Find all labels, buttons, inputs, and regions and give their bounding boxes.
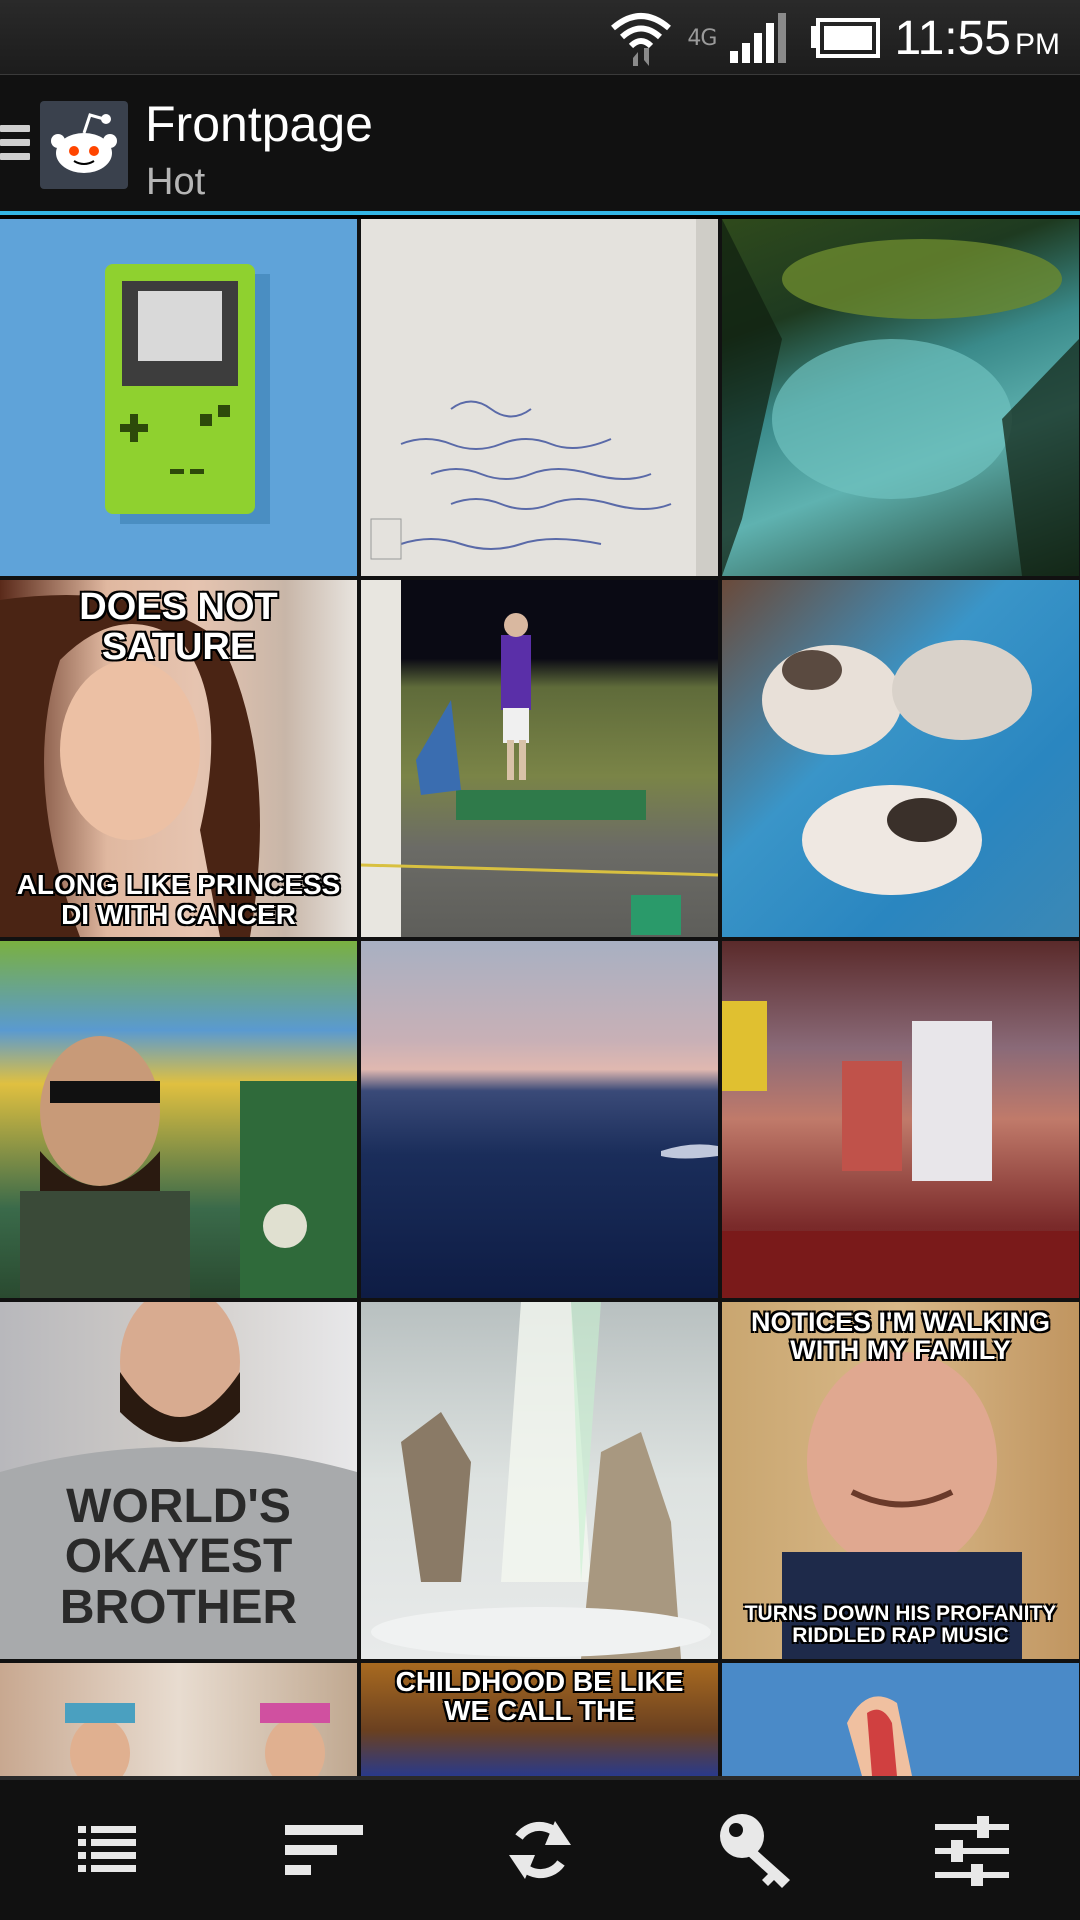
- shirt-line-3: BROTHER: [59, 1580, 298, 1634]
- status-bar: 4G 11:55 PM: [0, 0, 1080, 75]
- clock-time: 11:55: [894, 11, 1011, 65]
- ice-hall-image: [371, 1302, 711, 1659]
- refresh-button[interactable]: [480, 1790, 600, 1910]
- kittens-image: [762, 640, 1032, 895]
- image-tile-gameboy[interactable]: [0, 219, 357, 576]
- login-button[interactable]: [696, 1790, 816, 1910]
- image-tile-ocean-dusk[interactable]: [361, 941, 718, 1298]
- meme-caption-bottom: ALONG LIKE PRINCESS DI WITH CANCER: [16, 869, 341, 930]
- image-grid: DOES NOT SATURE ALONG LIKE PRINCESS DI W…: [0, 219, 1080, 1776]
- wifi-icon: [611, 13, 672, 66]
- hotdog-image: [847, 1696, 912, 1776]
- sliders-icon: [935, 1816, 1009, 1886]
- settings-button[interactable]: [912, 1790, 1032, 1910]
- image-tile-meme-partial[interactable]: CHILDHOOD BE LIKE WE CALL THE: [361, 1663, 718, 1776]
- image-tile-good-guy-greg[interactable]: NOTICES I'M WALKING WITH MY FAMILY TURNS…: [722, 1302, 1079, 1659]
- image-tile-ice-hall[interactable]: [361, 1302, 718, 1659]
- girls-image: [65, 1703, 330, 1776]
- image-tile-meme-woman[interactable]: DOES NOT SATURE ALONG LIKE PRINCESS DI W…: [0, 580, 357, 937]
- image-tile-two-girls[interactable]: [0, 1663, 357, 1776]
- jungle-image: [722, 219, 1079, 576]
- list-view-button[interactable]: [48, 1790, 168, 1910]
- drawer-icon[interactable]: [0, 125, 30, 169]
- image-tile-shirt-man[interactable]: WORLD'S OKAYEST BROTHER: [0, 1302, 357, 1659]
- shirt-line-2: OKAYEST: [64, 1530, 293, 1584]
- image-tile-kittens[interactable]: [722, 580, 1079, 937]
- sort-icon: [285, 1825, 363, 1875]
- page-subtitle[interactable]: Hot: [146, 161, 205, 204]
- refresh-icon: [509, 1821, 571, 1879]
- battery-icon: [811, 18, 881, 58]
- note-image: [370, 219, 718, 576]
- image-tile-jungle-pool[interactable]: [722, 219, 1079, 576]
- page-title: Frontpage: [145, 96, 373, 152]
- man-image: [20, 1036, 357, 1298]
- reddit-alien-icon[interactable]: [40, 101, 128, 189]
- shirt-line-1: WORLD'S: [66, 1480, 291, 1533]
- action-bar: Frontpage Hot: [0, 75, 1080, 215]
- list-icon: [78, 1826, 136, 1872]
- image-tile-golf-range[interactable]: [361, 580, 718, 937]
- ocean-image: [661, 1144, 718, 1159]
- bottom-toolbar: [0, 1776, 1080, 1920]
- sort-button[interactable]: [264, 1790, 384, 1910]
- crowd-image: [722, 1001, 1079, 1298]
- meme-caption-bottom: TURNS DOWN HIS PROFANITY RIDDLED RAP MUS…: [744, 1601, 1057, 1647]
- meme-caption-top: DOES NOT SATURE: [79, 586, 278, 668]
- clock: 11:55 PM: [894, 11, 1060, 66]
- image-tile-hotdog[interactable]: [722, 1663, 1079, 1776]
- golf-image: [361, 580, 718, 937]
- status-icons: 4G 11:55 PM: [609, 8, 1060, 68]
- image-tile-pixel-crowd[interactable]: [722, 941, 1079, 1298]
- signal-icon: [730, 13, 787, 63]
- meme-caption-top: NOTICES I'M WALKING WITH MY FAMILY: [751, 1307, 1050, 1366]
- clock-ampm: PM: [1015, 27, 1060, 61]
- network-type: 4G: [687, 25, 717, 51]
- image-tile-handwritten-note[interactable]: [361, 219, 718, 576]
- meme-caption-top: CHILDHOOD BE LIKE WE CALL THE: [395, 1666, 684, 1727]
- shirt-text: WORLD'S OKAYEST BROTHER: [0, 1480, 357, 1634]
- image-tile-sunglasses-man[interactable]: [0, 941, 357, 1298]
- key-icon: [720, 1814, 790, 1888]
- gameboy-image: [105, 264, 270, 524]
